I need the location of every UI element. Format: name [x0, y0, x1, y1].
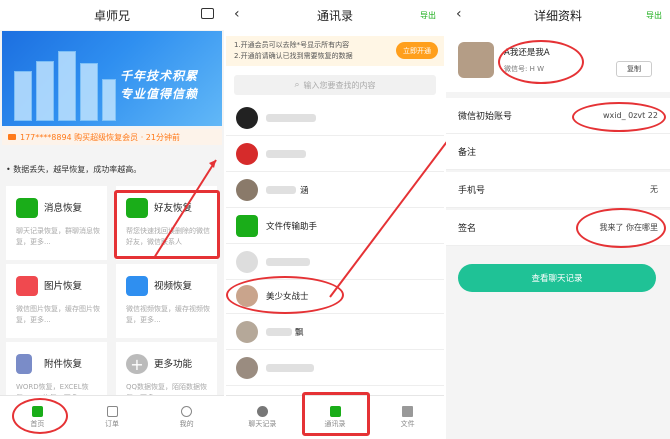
- back-arrow-icon[interactable]: ‹: [456, 6, 462, 22]
- speaker-icon: [8, 134, 16, 140]
- tab-files[interactable]: 文件: [371, 396, 444, 439]
- avatar: [236, 106, 258, 129]
- document-icon: [16, 354, 32, 374]
- profile-screen: ‹ 详细资料 导出 A我还是我A 微信号: H W 复制 微信初始账号 wxid…: [446, 0, 670, 439]
- tab-orders[interactable]: 订单: [75, 396, 150, 439]
- highlight-contact: [226, 276, 344, 314]
- contacts-topbar: ‹ 通讯录 导出: [226, 0, 444, 30]
- highlight-wechat-id: [498, 40, 584, 84]
- chat-icon: [16, 198, 38, 218]
- search-icon: ⌕: [294, 80, 300, 90]
- row-remark: 备注: [446, 134, 670, 170]
- user-icon: [181, 406, 193, 417]
- contact-row[interactable]: [226, 136, 444, 172]
- promo-banner[interactable]: 千年技术积累 专业值得信赖: [2, 31, 222, 126]
- contact-row[interactable]: [226, 244, 444, 280]
- card-video-recovery[interactable]: 视频恢复 微信视频恢复，缓存视频恢复，更多...: [116, 264, 217, 338]
- avatar: [236, 178, 258, 201]
- home-screen: 卓师兄 千年技术积累 专业值得信赖 177****8894 购买超级恢复会员 ·…: [0, 0, 224, 439]
- highlight-friend-recovery: [114, 190, 220, 259]
- export-link[interactable]: 导出: [646, 10, 662, 21]
- avatar: [236, 356, 258, 379]
- row-phone: 手机号 无: [446, 172, 670, 208]
- contact-row[interactable]: [226, 350, 444, 386]
- app-title: 卓师兄: [93, 8, 130, 23]
- purchase-notice: 177****8894 购买超级恢复会员 · 21分钟前: [2, 129, 222, 145]
- plus-icon: +: [126, 354, 148, 374]
- image-icon: [16, 276, 38, 296]
- back-arrow-icon[interactable]: ‹: [234, 6, 240, 22]
- highlight-initial-account: [572, 102, 666, 132]
- avatar: [236, 320, 258, 343]
- tab-mine[interactable]: 我的: [149, 396, 224, 439]
- banner-line1: 千年技术积累: [120, 69, 199, 83]
- tab-chat-records[interactable]: 聊天记录: [226, 396, 299, 439]
- profile-title: 详细资料: [533, 8, 582, 23]
- export-link[interactable]: 导出: [420, 10, 436, 21]
- banner-line2: 专业值得信赖: [120, 87, 199, 101]
- open-vip-button[interactable]: 立即开通: [396, 42, 438, 59]
- highlight-contacts-tab: [302, 392, 370, 436]
- message-icon[interactable]: [201, 8, 214, 19]
- contacts-screen: ‹ 通讯录 导出 1.开通会员可以去除*号显示所有内容 2.开通前请确认已找到需…: [226, 0, 444, 439]
- highlight-home-tab: [12, 398, 68, 434]
- view-chat-button[interactable]: 查看聊天记录: [458, 264, 656, 292]
- user-icon: [256, 406, 268, 417]
- search-input[interactable]: ⌕ 输入您要查找的内容: [234, 75, 436, 95]
- order-icon: [106, 406, 118, 417]
- highlight-signature: [576, 208, 666, 248]
- contact-row[interactable]: 文件传输助手: [226, 208, 444, 244]
- home-topbar: 卓师兄: [0, 0, 224, 30]
- card-image-recovery[interactable]: 图片恢复 微信图片恢复，缓存图片恢复，更多...: [6, 264, 107, 338]
- contact-row[interactable]: 飘: [226, 314, 444, 350]
- contacts-title: 通讯录: [316, 8, 353, 23]
- contact-row[interactable]: 涵: [226, 172, 444, 208]
- video-icon: [126, 276, 148, 296]
- card-message-recovery[interactable]: 消息恢复 聊天记录恢复，群聊消息恢复，更多...: [6, 186, 107, 260]
- folder-icon: [236, 214, 258, 237]
- profile-topbar: ‹ 详细资料 导出: [446, 0, 670, 30]
- file-icon: [402, 406, 414, 417]
- avatar: [458, 42, 494, 78]
- copy-button[interactable]: 复制: [616, 61, 652, 77]
- avatar: [236, 250, 258, 273]
- section-title: • 数据丢失，越早恢复，成功率越高。: [6, 165, 142, 174]
- contact-row[interactable]: [226, 100, 444, 136]
- avatar: [236, 142, 258, 165]
